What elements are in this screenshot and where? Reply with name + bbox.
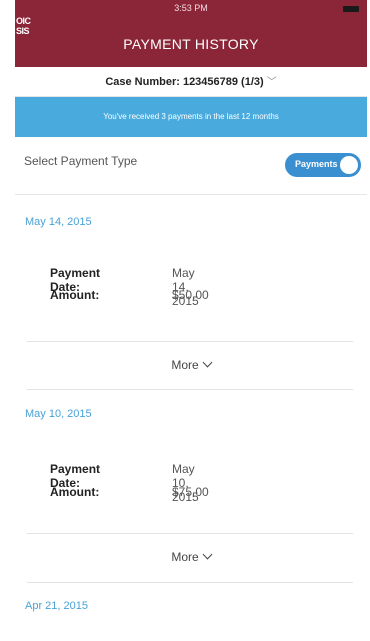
payment-type-row: Select Payment Type Payments bbox=[15, 137, 367, 195]
case-number-selector[interactable]: Case Number: 123456789 (1/3) ﹀ bbox=[15, 67, 367, 97]
battery-icon bbox=[343, 6, 359, 12]
divider bbox=[27, 582, 353, 583]
payment-date-header[interactable]: May 14, 2015 bbox=[25, 216, 92, 228]
toggle-knob bbox=[340, 156, 358, 174]
payment-type-label: Select Payment Type bbox=[24, 154, 138, 168]
payment-amount-label: Amount: bbox=[50, 288, 100, 302]
payment-type-toggle[interactable]: Payments bbox=[285, 153, 361, 177]
divider bbox=[27, 341, 353, 342]
chevron-down-icon bbox=[202, 549, 213, 560]
case-number-label: Case Number: 123456789 (1/3) bbox=[105, 76, 264, 88]
payment-amount-value: $75.00 bbox=[172, 485, 209, 499]
payment-date-header[interactable]: Apr 21, 2015 bbox=[25, 600, 88, 612]
payment-date-header[interactable]: May 10, 2015 bbox=[25, 408, 92, 420]
more-button[interactable]: More bbox=[15, 549, 367, 564]
status-time: 3:53 PM bbox=[174, 3, 208, 13]
divider bbox=[27, 533, 353, 534]
more-label: More bbox=[171, 358, 199, 372]
app-header: 3:53 PM OIC SIS PAYMENT HISTORY bbox=[15, 0, 367, 67]
app-screen: 3:53 PM OIC SIS PAYMENT HISTORY Case Num… bbox=[15, 0, 367, 641]
page-title: PAYMENT HISTORY bbox=[123, 36, 259, 52]
payments-summary-banner: You've received 3 payments in the last 1… bbox=[15, 97, 367, 137]
payment-amount-label: Amount: bbox=[50, 485, 100, 499]
payment-amount-value: $50.00 bbox=[172, 288, 209, 302]
more-button[interactable]: More bbox=[15, 357, 367, 372]
toggle-label: Payments bbox=[295, 159, 338, 169]
more-label: More bbox=[171, 550, 199, 564]
chevron-down-icon: ﹀ bbox=[266, 77, 277, 88]
logo-text: OIC SIS bbox=[16, 16, 31, 36]
divider bbox=[27, 389, 353, 390]
chevron-down-icon bbox=[202, 357, 213, 368]
